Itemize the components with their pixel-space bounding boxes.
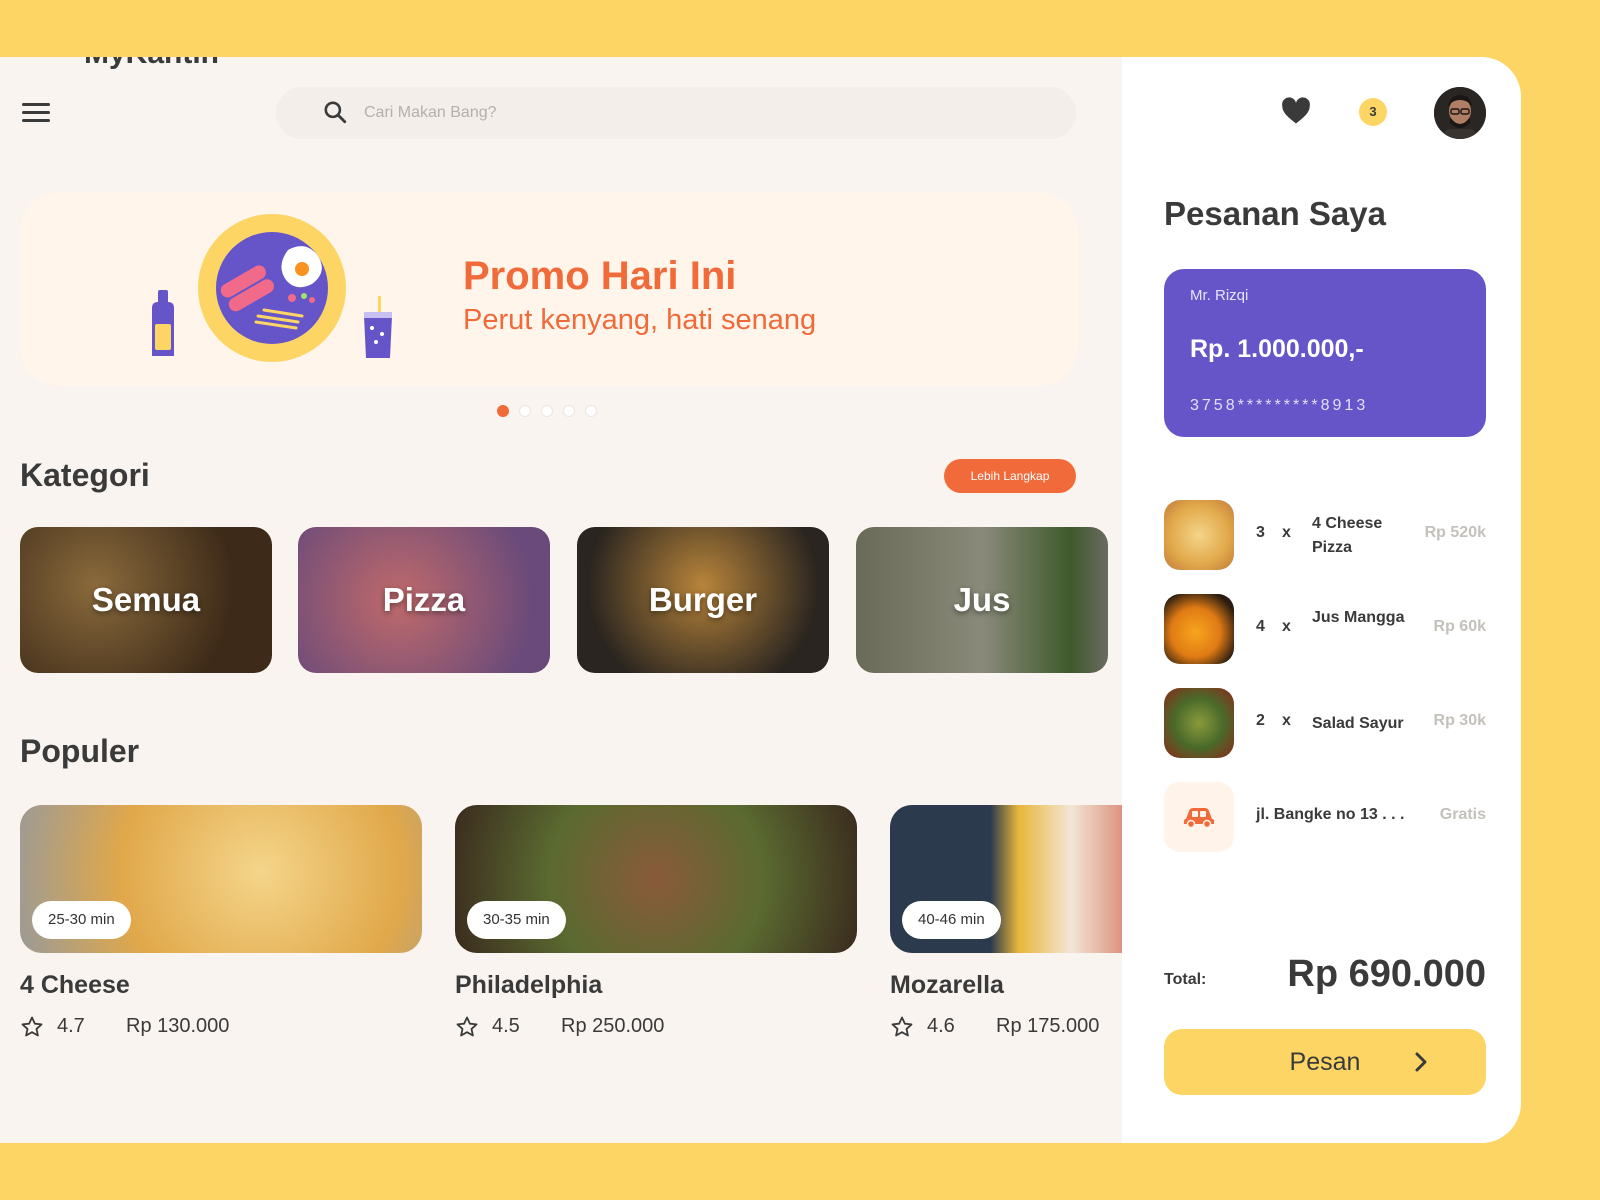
chevron-right-icon <box>1415 1052 1427 1072</box>
app-window: MyKantin <box>0 57 1521 1143</box>
food-name: Philadelphia <box>455 971 603 999</box>
carousel-dot[interactable] <box>585 405 597 417</box>
order-thumbnail <box>1164 688 1234 758</box>
promo-title: Promo Hari Ini <box>463 254 737 298</box>
menu-icon[interactable] <box>22 103 50 123</box>
card-balance: Rp. 1.000.000,- <box>1190 335 1364 363</box>
promo-subtitle: Perut kenyang, hati senang <box>463 304 817 336</box>
search-input[interactable] <box>364 97 964 129</box>
brand-title: MyKantin <box>84 57 219 71</box>
card-number: 3758*********8913 <box>1190 397 1369 414</box>
notification-badge[interactable]: 3 <box>1359 98 1387 126</box>
user-avatar-icon <box>1434 87 1486 139</box>
food-name: Mozarella <box>890 971 1004 999</box>
avatar[interactable] <box>1434 87 1486 139</box>
food-price: Rp 130.000 <box>126 1015 230 1037</box>
food-illustration <box>152 214 392 362</box>
popular-item[interactable]: 30-35 min Philadelphia 4.5 Rp 250.000 <box>455 805 857 1037</box>
card-holder: Mr. Rizqi <box>1190 287 1249 304</box>
order-thumbnail <box>1164 500 1234 570</box>
carousel-dot[interactable] <box>497 405 509 417</box>
order-item[interactable]: 2 x Salad Sayur Rp 30k <box>1164 688 1486 758</box>
order-price: Rp 60k <box>1433 618 1486 635</box>
star-icon <box>21 1016 43 1037</box>
delivery-time-badge: 25-30 min <box>32 901 131 939</box>
delivery-icon-box <box>1164 782 1234 852</box>
category-jus[interactable]: Jus <box>856 527 1108 673</box>
orders-panel: 3 Pesanan Saya Mr. Rizqi Rp. 1.000.000,-… <box>1122 57 1521 1143</box>
delivery-time-badge: 40-46 min <box>902 901 1001 939</box>
order-qty: 3 <box>1256 524 1265 541</box>
heart-icon[interactable] <box>1281 97 1311 125</box>
order-button[interactable]: Pesan <box>1164 1029 1486 1095</box>
delivery-row[interactable]: jl. Bangke no 13 . . . Gratis <box>1164 782 1486 852</box>
carousel-dot[interactable] <box>519 405 531 417</box>
carousel-dots <box>497 405 597 417</box>
car-icon <box>1184 808 1214 828</box>
category-label: Burger <box>648 581 758 618</box>
food-price: Rp 250.000 <box>561 1015 665 1037</box>
food-rating: 4.6 <box>927 1015 955 1037</box>
delivery-time-badge: 30-35 min <box>467 901 566 939</box>
food-image: 30-35 min <box>455 805 857 953</box>
food-rating: 4.7 <box>57 1015 85 1037</box>
search-icon <box>324 101 347 124</box>
star-icon <box>456 1016 478 1037</box>
order-button-label: Pesan <box>1289 1048 1361 1076</box>
total-label: Total: <box>1164 971 1207 988</box>
order-multiply: x <box>1282 712 1291 729</box>
order-name: 4 Cheese Pizza <box>1312 515 1383 556</box>
kategori-title: Kategori <box>20 457 150 493</box>
food-image: 25-30 min <box>20 805 422 953</box>
order-name: Jus Mangga <box>1312 609 1405 626</box>
popular-item[interactable]: 25-30 min 4 Cheese 4.7 Rp 130.000 <box>20 805 422 1037</box>
promo-banner[interactable]: Promo Hari Ini Perut kenyang, hati senan… <box>20 192 1078 386</box>
order-price: Rp 30k <box>1433 712 1486 729</box>
popular-item[interactable]: 40-46 min Mozarella 4.6 Rp 175.000 <box>890 805 1122 1037</box>
category-semua[interactable]: Semua <box>20 527 272 673</box>
category-label: Jus <box>953 581 1011 618</box>
star-icon <box>891 1016 913 1037</box>
food-image: 40-46 min <box>890 805 1122 953</box>
carousel-dot[interactable] <box>563 405 575 417</box>
category-label: Pizza <box>382 581 466 618</box>
order-qty: 4 <box>1256 618 1265 635</box>
order-qty: 2 <box>1256 712 1265 729</box>
order-item[interactable]: 4 x Jus Mangga Rp 60k <box>1164 594 1486 664</box>
search-bar[interactable] <box>276 87 1076 139</box>
populer-title: Populer <box>20 733 140 769</box>
category-burger[interactable]: Burger <box>577 527 829 673</box>
food-price: Rp 175.000 <box>996 1015 1100 1037</box>
food-name: 4 Cheese <box>20 971 130 999</box>
order-item[interactable]: 3 x 4 Cheese Pizza Rp 520k <box>1164 500 1486 570</box>
delivery-address: jl. Bangke no 13 . . . <box>1256 806 1405 823</box>
order-thumbnail <box>1164 594 1234 664</box>
main-area: MyKantin <box>0 57 1122 1143</box>
total-value: Rp 690.000 <box>1287 953 1486 995</box>
orders-title: Pesanan Saya <box>1164 195 1386 232</box>
category-label: Semua <box>91 581 201 618</box>
delivery-price: Gratis <box>1439 806 1486 823</box>
order-multiply: x <box>1282 524 1291 541</box>
more-categories-button[interactable]: Lebih Langkap <box>944 459 1076 493</box>
order-price: Rp 520k <box>1424 524 1486 541</box>
food-rating: 4.5 <box>492 1015 520 1037</box>
payment-card[interactable]: Mr. Rizqi Rp. 1.000.000,- 3758*********8… <box>1164 269 1486 437</box>
category-pizza[interactable]: Pizza <box>298 527 550 673</box>
order-multiply: x <box>1282 618 1291 635</box>
carousel-dot[interactable] <box>541 405 553 417</box>
